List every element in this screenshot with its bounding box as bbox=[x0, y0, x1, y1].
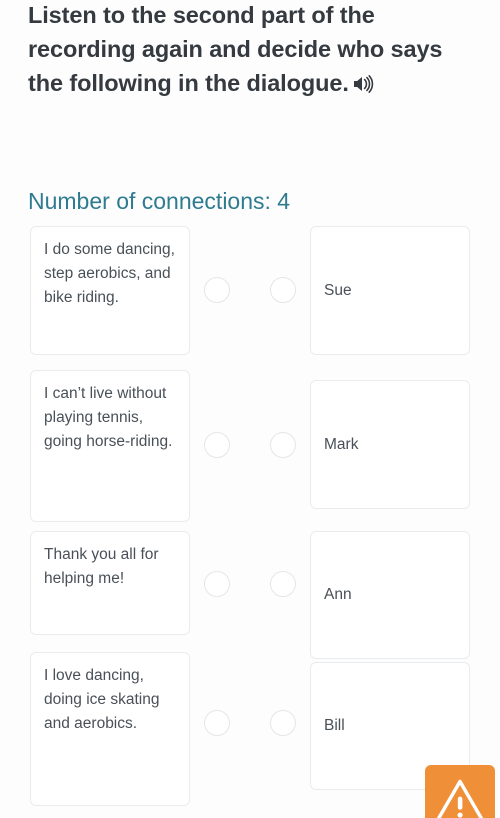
connector-dot-left-2[interactable] bbox=[204, 432, 230, 458]
connector-dot-left-4[interactable] bbox=[204, 710, 230, 736]
report-problem-button[interactable] bbox=[425, 765, 495, 818]
match-row: Thank you all for helping me! Ann bbox=[0, 531, 500, 659]
warning-triangle-icon bbox=[434, 777, 486, 818]
question-heading-text: Listen to the second part of the recordi… bbox=[28, 2, 443, 96]
name-card-1[interactable]: Sue bbox=[310, 226, 470, 355]
connector-dot-right-4[interactable] bbox=[270, 710, 296, 736]
connector-dot-right-3[interactable] bbox=[270, 571, 296, 597]
name-card-2[interactable]: Mark bbox=[310, 380, 470, 509]
statement-card-4[interactable]: I love dancing, doing ice skating and ae… bbox=[30, 652, 190, 806]
matching-area: I do some dancing, step aerobics, and bi… bbox=[0, 226, 500, 818]
statement-card-1[interactable]: I do some dancing, step aerobics, and bi… bbox=[30, 226, 190, 355]
connector-dot-right-2[interactable] bbox=[270, 432, 296, 458]
statement-card-2[interactable]: I can’t live without playing tennis, goi… bbox=[30, 370, 190, 522]
speaker-icon[interactable] bbox=[352, 74, 376, 94]
name-card-3[interactable]: Ann bbox=[310, 531, 470, 659]
match-row: I can’t live without playing tennis, goi… bbox=[0, 370, 500, 523]
page-title: Listen to the second part of the recordi… bbox=[28, 0, 480, 100]
connections-counter: Number of connections: 4 bbox=[28, 188, 291, 214]
match-row: I do some dancing, step aerobics, and bi… bbox=[0, 226, 500, 362]
question-page: Listen to the second part of the recordi… bbox=[0, 0, 500, 818]
connector-dot-right-1[interactable] bbox=[270, 277, 296, 303]
statement-card-3[interactable]: Thank you all for helping me! bbox=[30, 531, 190, 635]
connector-dot-left-1[interactable] bbox=[204, 277, 230, 303]
connector-dot-left-3[interactable] bbox=[204, 571, 230, 597]
